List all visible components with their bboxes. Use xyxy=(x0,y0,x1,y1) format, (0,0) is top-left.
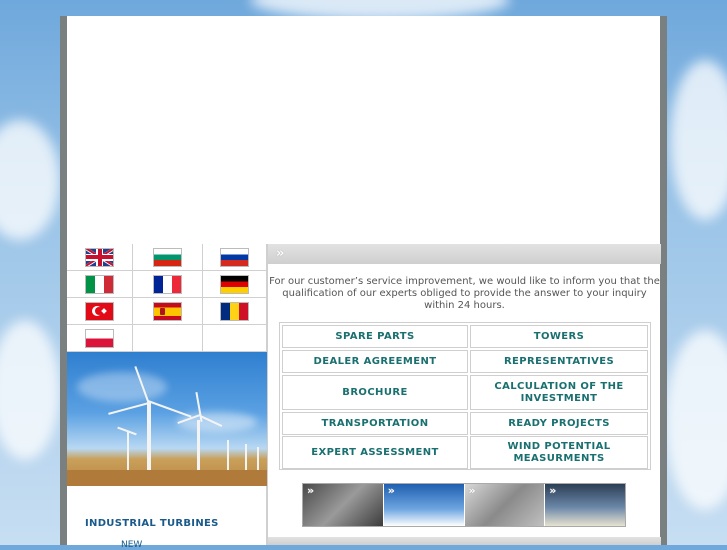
flag-cell-poland[interactable] xyxy=(67,325,133,352)
ready-projects-button[interactable]: READY PROJECTS xyxy=(470,412,648,435)
section-footer-bar xyxy=(268,537,661,545)
chevron-right-icon: » xyxy=(307,484,315,497)
germany-flag-icon[interactable] xyxy=(221,275,248,293)
transportation-button[interactable]: TRANSPORTATION xyxy=(282,412,468,435)
expert-assessment-button[interactable]: EXPERT ASSESSMENT xyxy=(282,436,468,469)
russia-flag-icon[interactable] xyxy=(221,248,248,266)
romania-flag-icon[interactable] xyxy=(221,302,248,320)
brochure-button[interactable]: BROCHURE xyxy=(282,375,468,410)
representatives-button[interactable]: REPRESENTATIVES xyxy=(470,350,648,373)
flag-cell-uk[interactable] xyxy=(67,244,133,271)
chevron-right-icon: » xyxy=(468,484,476,497)
section-header-bar: » xyxy=(268,244,661,264)
italy-flag-icon[interactable] xyxy=(86,275,113,293)
calculation-investment-button[interactable]: CALCULATION OF THE INVESTMENT xyxy=(470,375,648,410)
turkey-flag-icon[interactable] xyxy=(86,302,113,320)
sky-cloud xyxy=(0,120,60,240)
chevron-right-icon: » xyxy=(549,484,557,497)
sidebar-link-new[interactable]: NEW xyxy=(121,540,142,550)
sky-cloud xyxy=(665,330,727,510)
chevron-right-icon: » xyxy=(276,246,285,261)
dealer-agreement-button[interactable]: DEALER AGREEMENT xyxy=(282,350,468,373)
flag-cell-bulgaria[interactable] xyxy=(133,244,203,271)
flag-cell-turkey[interactable] xyxy=(67,298,133,325)
france-flag-icon[interactable] xyxy=(154,275,181,293)
flag-cell-spain[interactable] xyxy=(133,298,203,325)
thumbnail-pipes[interactable]: » xyxy=(464,484,546,526)
bulgaria-flag-icon[interactable] xyxy=(154,248,181,266)
industrial-turbines-heading: INDUSTRIAL TURBINES xyxy=(85,518,219,529)
sidebar-menu: INDUSTRIAL TURBINES NEW xyxy=(67,486,267,550)
page-container: INDUSTRIAL TURBINES NEW » For our custom… xyxy=(67,16,661,550)
flag-cell-romania[interactable] xyxy=(203,298,267,325)
flag-cell-italy[interactable] xyxy=(67,271,133,298)
thumbnail-strip: » » » » xyxy=(302,483,626,527)
flag-cell-germany[interactable] xyxy=(203,271,267,298)
service-notice: For our customer’s service improvement, … xyxy=(269,276,660,311)
flag-cell-empty xyxy=(203,325,267,352)
flag-cell-france[interactable] xyxy=(133,271,203,298)
main-content: » For our customer’s service improvement… xyxy=(267,244,661,545)
wind-turbine-photo xyxy=(67,352,267,486)
towers-button[interactable]: TOWERS xyxy=(470,325,648,348)
chevron-right-icon: » xyxy=(387,484,395,497)
header-banner xyxy=(67,16,660,244)
flag-cell-russia[interactable] xyxy=(203,244,267,271)
spare-parts-button[interactable]: SPARE PARTS xyxy=(282,325,468,348)
thumbnail-touch[interactable]: » xyxy=(303,484,384,526)
thumbnail-crane[interactable]: » xyxy=(545,484,625,526)
wind-potential-button[interactable]: WIND POTENTIAL MEASURMENTS xyxy=(470,436,648,469)
thumbnail-turbine[interactable]: » xyxy=(383,484,465,526)
flag-cell-empty xyxy=(133,325,203,352)
spain-flag-icon[interactable] xyxy=(154,302,181,320)
language-selector xyxy=(67,244,267,352)
services-grid: SPARE PARTS TOWERS DEALER AGREEMENT REPR… xyxy=(279,322,651,470)
sky-cloud xyxy=(0,320,60,460)
uk-flag-icon[interactable] xyxy=(86,248,113,266)
sky-cloud xyxy=(670,60,727,220)
poland-flag-icon[interactable] xyxy=(86,329,113,347)
